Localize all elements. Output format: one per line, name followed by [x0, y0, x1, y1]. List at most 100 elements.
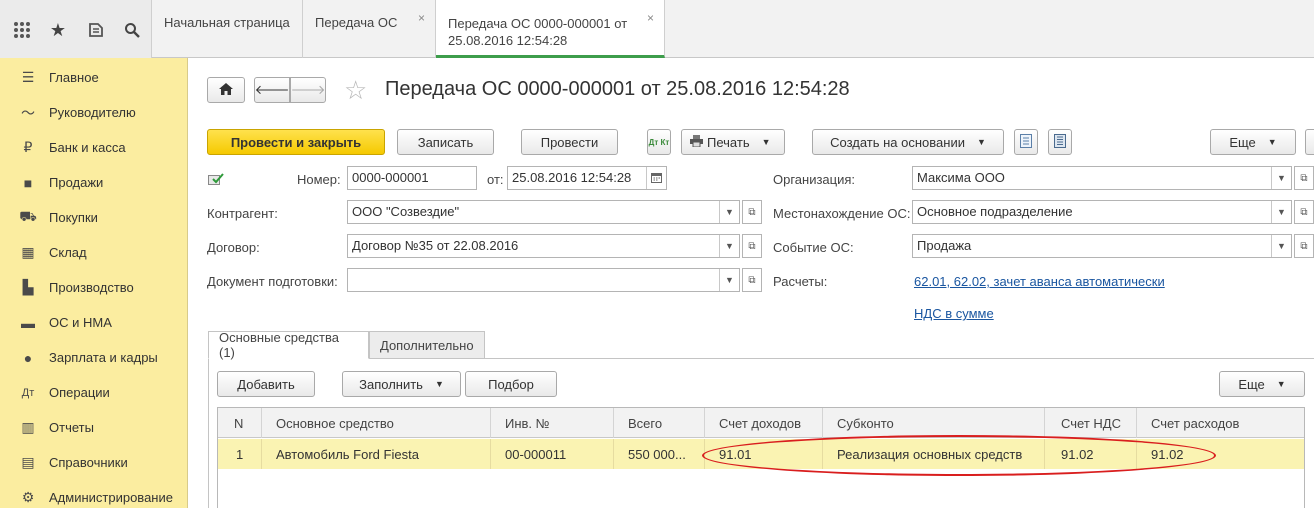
star-icon[interactable]: ★ [46, 18, 70, 42]
settlements-label: Расчеты: [773, 274, 828, 289]
open-location-button[interactable]: ⧉ [1294, 200, 1314, 224]
number-field[interactable]: 0000-000001 [347, 166, 477, 190]
dt-kt-button[interactable]: Дт Кт [647, 129, 671, 155]
truck-icon: ▬ [21, 314, 35, 331]
fill-button[interactable]: Заполнить ▼ [342, 371, 461, 397]
inventory-number-cell[interactable]: 00-000011 [491, 439, 614, 469]
open-contract-button[interactable]: ⧉ [742, 234, 762, 258]
date-field[interactable]: 25.08.2016 12:54:28 [507, 166, 667, 190]
report-button[interactable] [1048, 129, 1072, 155]
chevron-down-icon[interactable]: ▼ [719, 269, 739, 291]
list-report-icon [1054, 133, 1066, 151]
column-header[interactable]: N [218, 408, 262, 438]
open-organization-button[interactable]: ⧉ [1294, 166, 1314, 190]
factory-icon: ▙ [22, 279, 34, 295]
organization-label: Организация: [773, 172, 856, 187]
calendar-icon[interactable] [646, 167, 666, 189]
help-button[interactable] [1305, 129, 1314, 155]
chevron-down-icon[interactable]: ▼ [1271, 235, 1291, 257]
bag-icon: ■ [23, 174, 33, 191]
location-field[interactable]: Основное подразделение ▼ [912, 200, 1292, 224]
column-header[interactable]: Основное средство [262, 408, 491, 438]
more-button[interactable]: Еще ▼ [1210, 129, 1296, 155]
home-button[interactable] [207, 77, 245, 103]
sidebar-item-manager[interactable]: 〜 Руководителю [0, 95, 188, 130]
select-button[interactable]: Подбор [465, 371, 557, 397]
tab-transfer-document[interactable]: Передача ОС 0000-000001 от 25.08.2016 12… [436, 0, 665, 58]
column-header[interactable]: Инв. № [491, 408, 614, 438]
vat-link[interactable]: НДС в сумме [914, 306, 994, 321]
tab-transfer-list[interactable]: Передача ОС × [303, 0, 436, 58]
prep-document-field[interactable]: ▼ [347, 268, 740, 292]
settlements-link[interactable]: 62.01, 62.02, зачет аванса автоматически [914, 274, 1165, 289]
sidebar-item-purchases[interactable]: ⛟ Покупки [0, 200, 188, 235]
top-bar: ★ Начальная страница Передача ОС × Перед… [0, 0, 1314, 58]
open-event-button[interactable]: ⧉ [1294, 234, 1314, 258]
column-header[interactable]: Субконто [823, 408, 1045, 438]
history-icon[interactable] [84, 18, 108, 42]
number-label: Номер: [297, 172, 341, 187]
document-form: 🡐 🡒 ☆ Передача ОС 0000-000001 от 25.08.2… [188, 58, 1314, 508]
chevron-down-icon: ▼ [1267, 137, 1277, 147]
column-header[interactable]: Счет доходов [705, 408, 823, 438]
sidebar-item-bank[interactable]: ₽ Банк и касса [0, 130, 188, 165]
chevron-down-icon[interactable]: ▼ [719, 235, 739, 257]
post-and-close-button[interactable]: Провести и закрыть [207, 129, 385, 155]
structure-button[interactable] [1014, 129, 1038, 155]
document-structure-icon [1020, 133, 1032, 151]
sidebar-item-fixed-assets[interactable]: ▬ ОС и НМА [0, 305, 188, 340]
trend-icon: 〜 [21, 104, 35, 121]
column-header[interactable]: Всего [614, 408, 705, 438]
contract-label: Договор: [207, 240, 260, 255]
forward-button[interactable]: 🡒 [290, 77, 326, 103]
column-header[interactable]: Счет НДС [1045, 408, 1137, 438]
chevron-down-icon[interactable]: ▼ [1271, 167, 1291, 189]
sidebar-item-warehouse[interactable]: ▦ Склад [0, 235, 188, 270]
create-based-on-button[interactable]: Создать на основании ▼ [812, 129, 1004, 155]
favorite-star-icon[interactable]: ☆ [344, 76, 367, 104]
posted-status-icon [208, 172, 224, 189]
tab-home[interactable]: Начальная страница [152, 0, 303, 58]
open-prep-document-button[interactable]: ⧉ [742, 268, 762, 292]
back-button[interactable]: 🡐 [254, 77, 290, 103]
close-icon[interactable]: × [418, 10, 425, 27]
cart-icon: ⛟ [19, 208, 37, 224]
top-icons: ★ [0, 0, 152, 58]
chevron-down-icon: ▼ [761, 137, 771, 147]
column-header[interactable]: Счет расходов [1137, 408, 1304, 438]
sidebar-item-production[interactable]: ▙ Производство [0, 270, 188, 305]
sidebar-item-main[interactable]: ☰ Главное [0, 60, 188, 95]
total-cell[interactable]: 550 000... [614, 439, 705, 469]
chevron-down-icon[interactable]: ▼ [1271, 201, 1291, 223]
sidebar-item-operations[interactable]: Дт Операции [0, 375, 188, 410]
dt-kt-icon: Дт Кт [648, 137, 670, 147]
asset-cell[interactable]: Автомобиль Ford Fiesta [262, 439, 491, 469]
book-icon: ▤ [21, 454, 35, 470]
sidebar-item-reports[interactable]: ▥ Отчеты [0, 410, 188, 445]
chevron-down-icon: ▼ [434, 379, 444, 389]
save-button[interactable]: Записать [397, 129, 494, 155]
post-button[interactable]: Провести [521, 129, 618, 155]
add-button[interactable]: Добавить [217, 371, 315, 397]
open-counterparty-button[interactable]: ⧉ [742, 200, 762, 224]
chevron-down-icon[interactable]: ▼ [719, 201, 739, 223]
counterparty-label: Контрагент: [207, 206, 278, 221]
counterparty-field[interactable]: ООО "Созвездие" ▼ [347, 200, 740, 224]
contract-field[interactable]: Договор №35 от 22.08.2016 ▼ [347, 234, 740, 258]
tab-additional[interactable]: Дополнительно [369, 331, 485, 359]
organization-field[interactable]: Максима ООО ▼ [912, 166, 1292, 190]
sidebar-item-sales[interactable]: ■ Продажи [0, 165, 188, 200]
table-header: N Основное средство Инв. № Всего Счет до… [218, 408, 1304, 438]
table-more-button[interactable]: Еще ▼ [1219, 371, 1305, 397]
search-icon[interactable] [120, 18, 144, 42]
sidebar-item-admin[interactable]: ⚙ Администрирование [0, 480, 188, 515]
sidebar-item-catalogs[interactable]: ▤ Справочники [0, 445, 188, 480]
print-button[interactable]: Печать ▼ [681, 129, 785, 155]
open-icon: ⧉ [1300, 172, 1308, 184]
open-icon: ⧉ [1300, 240, 1308, 252]
close-icon[interactable]: × [647, 10, 654, 27]
tab-fixed-assets[interactable]: Основные средства (1) [208, 330, 369, 360]
event-field[interactable]: Продажа ▼ [912, 234, 1292, 258]
sidebar-item-salary[interactable]: ● Зарплата и кадры [0, 340, 188, 375]
apps-grid-icon[interactable] [10, 18, 34, 42]
